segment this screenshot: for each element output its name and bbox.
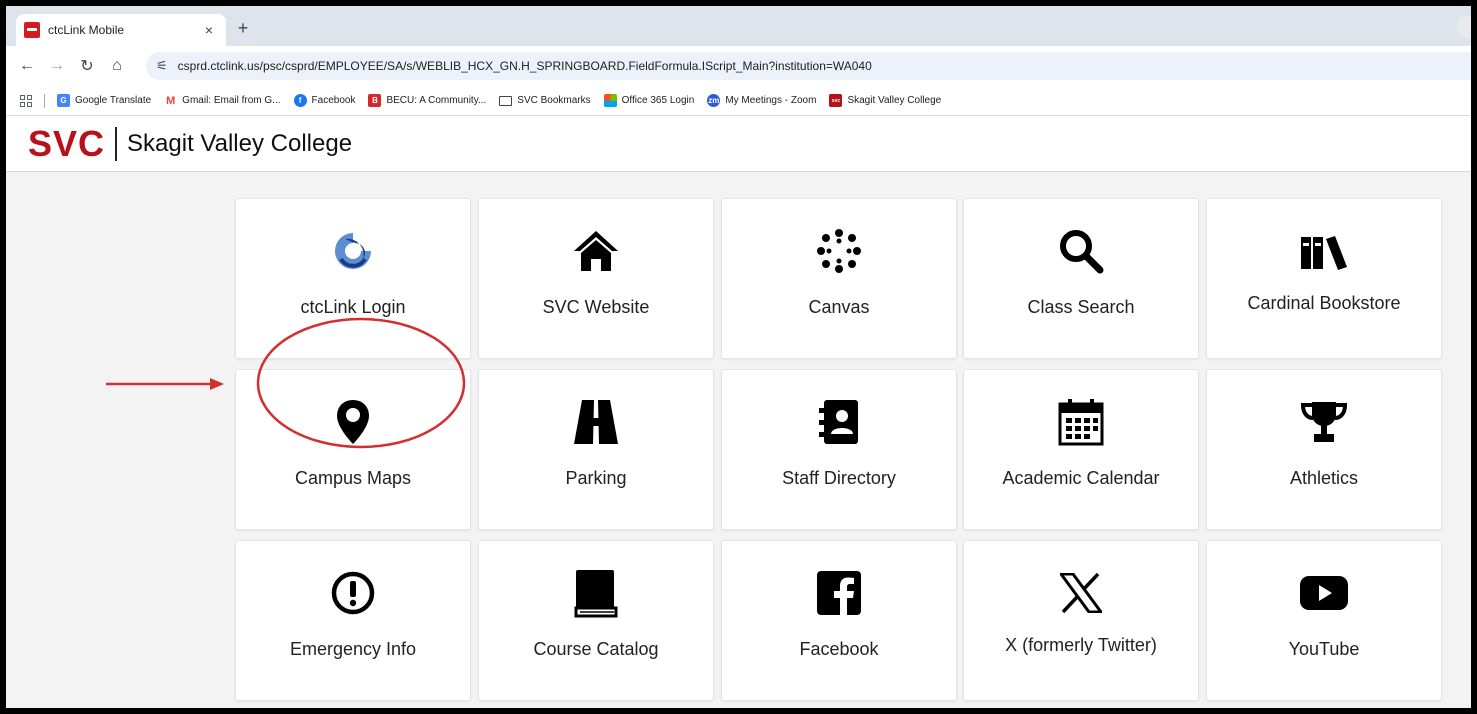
tile-label: X (formerly Twitter) — [1005, 635, 1157, 655]
tile-label: Athletics — [1289, 468, 1359, 488]
tile-emergency-info[interactable]: Emergency Info — [235, 540, 471, 701]
ctclink-favicon-icon — [24, 22, 40, 38]
bookmark-label: SVC Bookmarks — [517, 95, 591, 106]
bookmarks-bar: G Google Translate M Gmail: Email from G...… — [6, 86, 1471, 116]
reload-icon[interactable]: ↻ — [72, 56, 102, 76]
close-tab-icon[interactable]: × — [200, 22, 218, 38]
bookmark-item[interactable]: G Google Translate — [57, 94, 151, 107]
exclamation-icon — [236, 569, 470, 617]
tab-title: ctcLink Mobile — [48, 23, 125, 37]
url-text: csprd.ctclink.us/psc/csprd/EMPLOYEE/SA/s… — [177, 59, 872, 73]
tile-svc-website[interactable]: SVC Website — [478, 198, 714, 359]
tile-label: Staff Directory — [782, 468, 896, 488]
tile-label: ctcLink Login — [300, 297, 406, 317]
book-icon — [479, 569, 713, 618]
annotation-circle — [256, 317, 466, 449]
address-bar[interactable]: ⚟ csprd.ctclink.us/psc/csprd/EMPLOYEE/SA… — [146, 52, 1471, 80]
office-icon — [603, 94, 617, 107]
apps-grid-icon[interactable] — [20, 94, 32, 107]
bookmark-label: Skagit Valley College — [847, 95, 942, 106]
x-logo-icon — [964, 569, 1198, 617]
translate-icon: G — [57, 94, 70, 107]
tile-facebook[interactable]: Facebook — [721, 540, 957, 701]
ctclink-logo-icon — [236, 227, 470, 275]
tile-athletics[interactable]: Athletics — [1206, 369, 1442, 530]
tile-youtube[interactable]: YouTube — [1206, 540, 1442, 701]
college-name: Skagit Valley College — [127, 129, 353, 157]
bookmark-list: G Google Translate M Gmail: Email from G...… — [57, 94, 954, 107]
bookmark-label: Facebook — [311, 95, 356, 106]
calendar-icon — [964, 398, 1198, 446]
tile-label: Canvas — [808, 297, 870, 317]
tile-class-search[interactable]: Class Search — [963, 198, 1199, 359]
new-tab-button[interactable]: + — [232, 18, 254, 39]
tile-canvas[interactable]: Canvas — [721, 198, 957, 359]
facebook-square-icon — [722, 569, 956, 617]
bookmarks-divider — [44, 93, 45, 108]
tile-label: Parking — [565, 468, 627, 488]
tab-strip: ctcLink Mobile × + — [6, 6, 1471, 46]
forward-arrow-icon[interactable]: → — [42, 57, 72, 75]
tile-label: YouTube — [1288, 639, 1360, 659]
site-info-icon[interactable]: ⚟ — [156, 58, 168, 74]
tile-course-catalog[interactable]: Course Catalog — [478, 540, 714, 701]
bookmark-item[interactable]: f Facebook — [293, 94, 356, 107]
browser-tab[interactable]: ctcLink Mobile × — [16, 14, 226, 46]
gmail-icon: M — [166, 94, 176, 107]
tile-cardinal-bookstore[interactable]: Cardinal Bookstore — [1206, 198, 1442, 359]
search-icon — [964, 227, 1198, 275]
browser-window: ctcLink Mobile × + ← → ↻ ⌂ ⚟ csprd.ctcli… — [6, 6, 1471, 708]
tile-label: Emergency Info — [289, 639, 417, 659]
tile-parking[interactable]: Parking — [478, 369, 714, 530]
tile-label: Academic Calendar — [1002, 468, 1160, 488]
becu-icon: B — [368, 94, 382, 107]
bookmark-item[interactable]: B BECU: A Community... — [368, 94, 486, 107]
svc-icon: svc — [829, 94, 843, 107]
svc-logo[interactable]: SVC — [28, 123, 105, 165]
profile-avatar[interactable] — [1457, 16, 1471, 38]
navigation-bar: ← → ↻ ⌂ ⚟ csprd.ctclink.us/psc/csprd/EMP… — [6, 46, 1471, 86]
bookmark-item[interactable]: zm My Meetings - Zoom — [707, 94, 816, 107]
youtube-icon — [1207, 569, 1441, 617]
bookmark-label: Google Translate — [75, 95, 152, 106]
annotation-arrow — [106, 378, 224, 390]
home-button-icon[interactable]: ⌂ — [102, 57, 132, 75]
bookmark-item[interactable]: Office 365 Login — [603, 94, 695, 107]
springboard-page: SVC Skagit Valley College ctcLink Login S… — [6, 116, 1471, 708]
zoom-icon: zm — [707, 94, 721, 107]
tile-label: Facebook — [799, 639, 879, 659]
tile-label: Class Search — [1027, 297, 1135, 317]
road-icon — [479, 398, 713, 446]
bookmark-item[interactable]: svc Skagit Valley College — [829, 94, 941, 107]
tile-label: Course Catalog — [533, 639, 659, 659]
back-arrow-icon[interactable]: ← — [12, 57, 42, 75]
bookmark-item[interactable]: M Gmail: Email from G... — [164, 94, 280, 107]
tile-label: Cardinal Bookstore — [1247, 293, 1401, 313]
tile-academic-calendar[interactable]: Academic Calendar — [963, 369, 1199, 530]
trophy-icon — [1207, 398, 1441, 446]
books-icon — [1207, 227, 1441, 275]
home-icon — [479, 227, 713, 275]
tile-label: SVC Website — [542, 297, 650, 317]
tile-staff-directory[interactable]: Staff Directory — [721, 369, 957, 530]
bookmark-label: Office 365 Login — [621, 95, 695, 106]
tile-x-formerly-twitter[interactable]: X (formerly Twitter) — [963, 540, 1199, 701]
bookmark-label: BECU: A Community... — [386, 95, 487, 106]
address-book-icon — [722, 398, 956, 446]
tile-label: Campus Maps — [294, 468, 412, 488]
bookmark-label: My Meetings - Zoom — [725, 95, 817, 106]
site-header: SVC Skagit Valley College — [6, 116, 1471, 172]
logo-divider — [115, 126, 118, 161]
bookmark-item[interactable]: SVC Bookmarks — [499, 95, 591, 106]
canvas-icon — [722, 227, 956, 275]
bookmark-label: Gmail: Email from G... — [182, 95, 281, 106]
facebook-icon: f — [293, 94, 307, 107]
folder-icon — [499, 95, 513, 106]
